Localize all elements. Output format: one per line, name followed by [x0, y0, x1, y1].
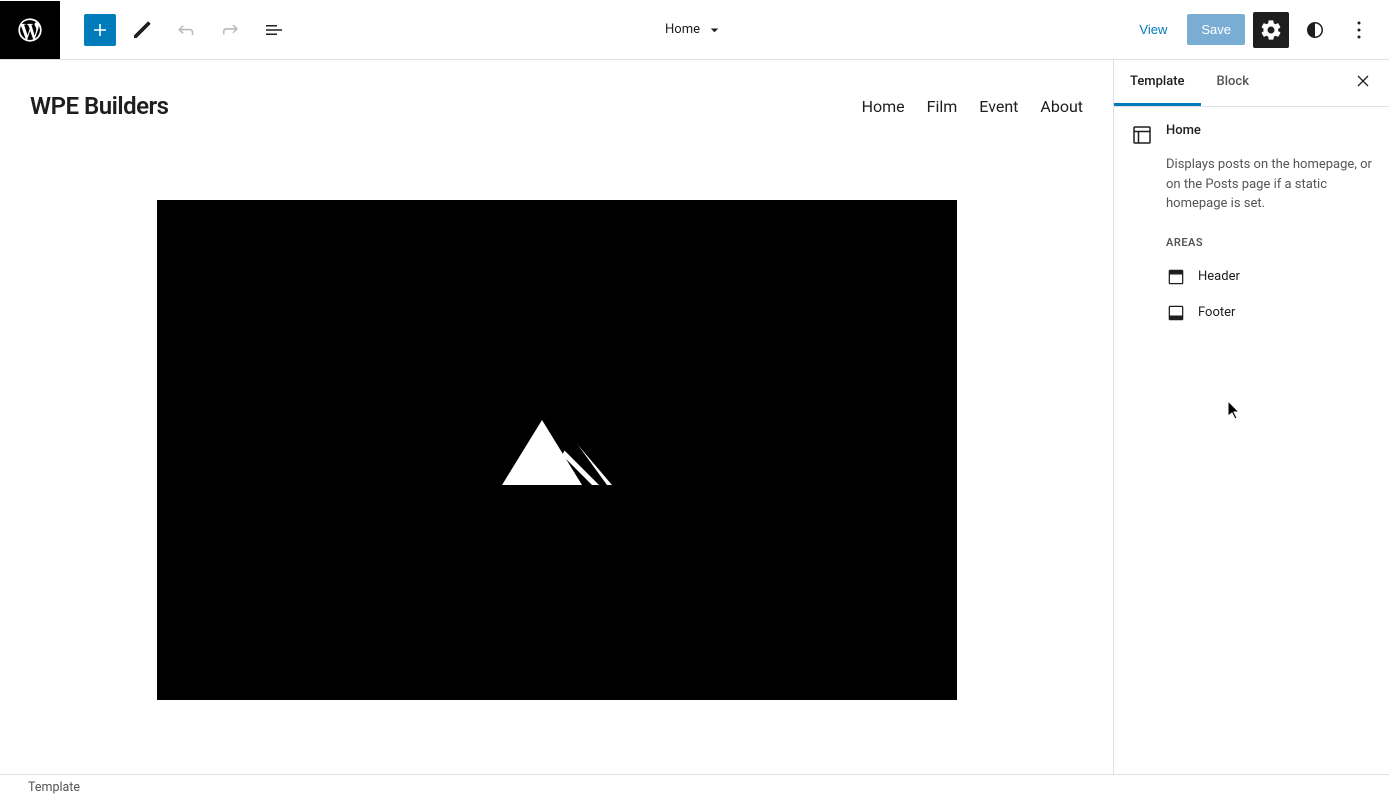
toolbar-left-group — [60, 12, 292, 48]
tab-template[interactable]: Template — [1114, 60, 1201, 106]
template-panel: Home Displays posts on the homepage, or … — [1114, 107, 1389, 347]
view-button[interactable]: View — [1127, 14, 1179, 45]
area-footer[interactable]: Footer — [1130, 295, 1373, 331]
editor-canvas[interactable]: WPE Builders Home Film Event About — [0, 60, 1113, 774]
template-name[interactable]: Home — [1166, 123, 1201, 147]
list-view-icon — [262, 18, 286, 42]
toolbar-right-group: View Save — [1127, 12, 1389, 48]
areas-heading: Areas — [1166, 236, 1373, 249]
undo-icon — [174, 18, 198, 42]
nav-item-event[interactable]: Event — [979, 97, 1018, 116]
site-nav: Home Film Event About — [862, 97, 1083, 116]
close-sidebar-button[interactable] — [1337, 71, 1389, 95]
nav-item-about[interactable]: About — [1040, 97, 1083, 116]
breadcrumb-item[interactable]: Template — [28, 780, 80, 795]
wordpress-icon — [16, 16, 44, 44]
document-title-label: Home — [665, 22, 700, 37]
more-options-button[interactable] — [1341, 12, 1377, 48]
site-title[interactable]: WPE Builders — [30, 92, 168, 120]
main-area: WPE Builders Home Film Event About Templ… — [0, 60, 1389, 774]
undo-button[interactable] — [168, 12, 204, 48]
header-icon — [1166, 267, 1186, 287]
redo-icon — [218, 18, 242, 42]
wordpress-logo[interactable] — [0, 1, 60, 59]
tools-button[interactable] — [124, 12, 160, 48]
settings-button[interactable] — [1253, 12, 1289, 48]
tab-block[interactable]: Block — [1201, 60, 1265, 106]
add-block-button[interactable] — [84, 14, 116, 46]
template-header-row: Home — [1130, 123, 1373, 147]
gear-icon — [1259, 18, 1283, 42]
hero-image-block[interactable] — [157, 200, 957, 700]
area-header-label: Header — [1198, 269, 1240, 284]
settings-sidebar: Template Block Home Displays posts on th… — [1113, 60, 1389, 774]
styles-icon — [1303, 18, 1327, 42]
chevron-down-icon — [706, 21, 724, 39]
save-button[interactable]: Save — [1187, 14, 1245, 45]
breadcrumb-bar: Template — [0, 774, 1389, 799]
template-description: Displays posts on the homepage, or on th… — [1166, 155, 1373, 214]
top-toolbar: Home View Save — [0, 0, 1389, 60]
nav-item-film[interactable]: Film — [927, 97, 958, 116]
footer-icon — [1166, 303, 1186, 323]
redo-button[interactable] — [212, 12, 248, 48]
styles-button[interactable] — [1297, 12, 1333, 48]
layout-icon — [1130, 123, 1154, 147]
nav-item-home[interactable]: Home — [862, 97, 905, 116]
sidebar-tabs: Template Block — [1114, 60, 1389, 107]
image-placeholder-icon — [492, 410, 622, 490]
pencil-icon — [130, 18, 154, 42]
area-header[interactable]: Header — [1130, 259, 1373, 295]
document-title-dropdown[interactable]: Home — [665, 21, 724, 39]
area-footer-label: Footer — [1198, 305, 1235, 320]
list-view-button[interactable] — [256, 12, 292, 48]
close-icon — [1353, 71, 1373, 91]
site-header-block[interactable]: WPE Builders Home Film Event About — [0, 60, 1113, 140]
plus-icon — [88, 18, 112, 42]
more-vertical-icon — [1347, 18, 1371, 42]
